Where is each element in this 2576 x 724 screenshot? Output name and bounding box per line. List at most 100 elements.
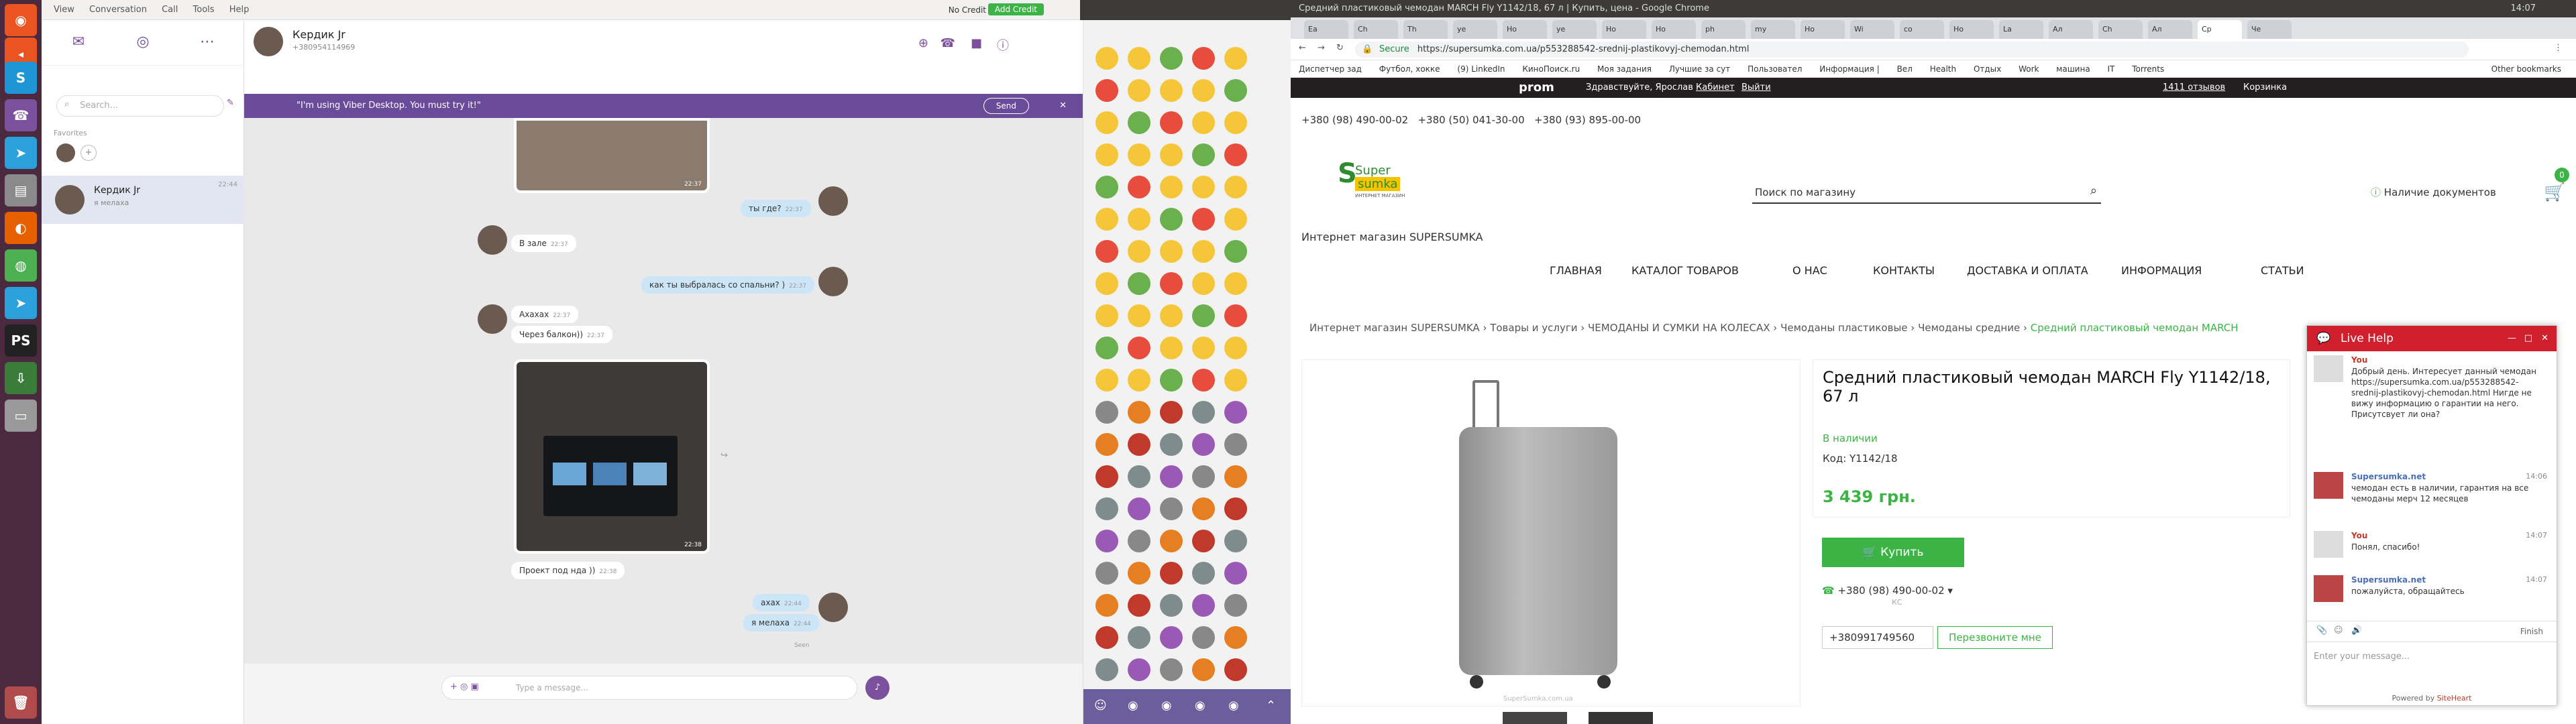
emoji-icon[interactable] [1192,47,1215,70]
browser-tab[interactable]: со [1900,20,1944,39]
bookmark[interactable]: Моя задания [1597,64,1652,74]
bookmark[interactable]: (9) LinkedIn [1457,64,1505,74]
emoji-icon[interactable] [1095,208,1118,231]
add-credit-button[interactable]: Add Credit [987,3,1044,15]
breadcrumb-item[interactable]: ЧЕМОДАНЫ И СУМКИ НА КОЛЕСАХ [1588,322,1770,334]
banner-send-button[interactable]: Send [983,98,1029,114]
contact-search-input[interactable]: Search... [56,95,224,117]
message-bubble[interactable]: В зале 22:37 [511,235,576,252]
message-input[interactable]: + ◎ ▣ Type a message... [441,676,857,700]
emoji-icon[interactable] [1224,594,1247,617]
emoji-icon[interactable] [1128,626,1150,649]
browser-tab[interactable]: Ал [2049,20,2093,39]
emoji-icon[interactable] [1095,401,1118,424]
seller-phone[interactable]: ☎ +380 (98) 490-00-02 ▾ [1822,585,1953,597]
menu-tools[interactable]: Tools [193,0,215,20]
emoji-icon[interactable] [1095,626,1118,649]
public-tab-icon[interactable]: ◎ [133,34,153,54]
emoji-icon[interactable] [1095,240,1118,263]
emoji-icon[interactable] [1224,240,1247,263]
menu-view[interactable]: View [54,0,74,20]
video-call-icon[interactable]: ■ [971,36,982,50]
emoji-icon[interactable] [1224,176,1247,198]
telegram-icon[interactable]: ➤ [5,137,37,169]
emoji-icon[interactable] [1224,304,1247,327]
emoji-icon[interactable] [1095,111,1118,134]
emoji-icon[interactable] [1160,497,1183,520]
ubuntu-home-icon[interactable]: ◉ [5,4,37,36]
emoji-icon[interactable] [1224,208,1247,231]
add-participant-icon[interactable]: ⊕ [918,36,928,50]
browser-tab[interactable]: ph [1701,20,1746,39]
telegram-icon-2[interactable]: ➤ [5,287,37,319]
browser-tab[interactable]: ye [1552,20,1597,39]
emoji-icon[interactable] [1224,401,1247,424]
emoji-icon[interactable] [1192,465,1215,488]
emoji-icon[interactable] [1095,465,1118,488]
emoji-icon[interactable] [1128,530,1150,552]
nav-articles[interactable]: СТАТЬИ [2261,264,2304,277]
smile-icon[interactable]: ☺ [1094,699,1107,713]
message-bubble[interactable]: Через балкон)) 22:37 [511,326,612,343]
minimize-icon[interactable]: — [2508,326,2516,351]
live-help-input[interactable]: Enter your message... [2311,649,2553,680]
message-bubble[interactable]: как ты выбралась со спальни? ) 22:37 [641,276,815,294]
close-icon[interactable]: ✕ [1059,94,1067,118]
emoji-icon[interactable] [1192,369,1215,391]
compose-icon[interactable]: ✎ [227,98,234,108]
attach-icons[interactable]: + ◎ ▣ [450,682,479,692]
skype-icon[interactable]: S [5,62,37,94]
browser-tab[interactable]: Но [1949,20,1994,39]
callback-phone-input[interactable]: +380991749560 [1822,626,1933,649]
emoji-icon[interactable] [1160,143,1183,166]
emoji-icon[interactable] [1128,497,1150,520]
photo-message[interactable]: 22:37 [514,118,710,193]
emoji-icon[interactable] [1224,272,1247,295]
emoji-icon[interactable] [1095,433,1118,456]
thumbnail[interactable] [1503,712,1567,724]
emoji-icon[interactable] [1224,143,1247,166]
emoji-icon[interactable] [1095,47,1118,70]
buy-button[interactable]: 🛒 Купить [1822,538,1964,567]
emoji-icon[interactable] [1095,272,1118,295]
nav-home[interactable]: ГЛАВНАЯ [1550,264,1602,277]
emoji-icon[interactable] [1192,143,1215,166]
thumbnail-strip[interactable] [1301,712,1801,724]
emoji-icon[interactable] [1128,401,1150,424]
menu-icon[interactable]: ⋮ [2554,43,2563,53]
more-tab-icon[interactable]: ⋯ [197,34,217,54]
bookmark[interactable]: Лучшие за сут [1669,64,1730,74]
bookmark[interactable]: Other bookmarks [2491,60,2561,77]
emoji-icon[interactable] [1160,337,1183,359]
emoji-icon[interactable] [1192,497,1215,520]
emoji-icon[interactable] [1224,47,1247,70]
browser-tab[interactable]: Ал [2148,20,2192,39]
add-favorite-icon[interactable]: + [80,145,97,161]
emoji-icon[interactable] [1192,658,1215,681]
forward-icon[interactable]: → [1318,43,1325,53]
emoji-icon[interactable] [1160,594,1183,617]
emoji-icon[interactable] [1160,47,1183,70]
bookmark[interactable]: Torrents [2132,64,2164,74]
bookmark[interactable]: Отдых [1974,64,2001,74]
emoji-icon[interactable] [1160,208,1183,231]
emoji-icon[interactable] [1192,176,1215,198]
chevron-up-icon[interactable]: ⌃ [1266,699,1276,713]
emoji-icon[interactable] [1160,304,1183,327]
emoji-icon[interactable] [1224,562,1247,585]
emoji-icon[interactable] [1128,658,1150,681]
browser-tab[interactable]: Но [1503,20,1547,39]
emoji-icon[interactable] [1095,79,1118,102]
product-image[interactable]: SuperSumka.com.ua [1301,359,1801,707]
emoji-icon[interactable] [1192,530,1215,552]
emoji-icon[interactable] [1095,304,1118,327]
voice-message-icon[interactable]: ♪ [865,676,890,700]
emoji-icon[interactable] [1160,176,1183,198]
emoji-icon[interactable] [1095,530,1118,552]
info-icon[interactable]: ⓘ [997,36,1009,54]
phone[interactable]: +380 (93) 895-00-00 [1534,114,1641,126]
address-bar[interactable]: 🔒 Secure https://supersumka.com.ua/p5532… [1355,42,2469,58]
logout-link[interactable]: Выйти [1741,78,1771,98]
forward-icon[interactable]: ↪ [720,450,728,461]
sticker-icon[interactable]: ◉ [1128,699,1138,713]
